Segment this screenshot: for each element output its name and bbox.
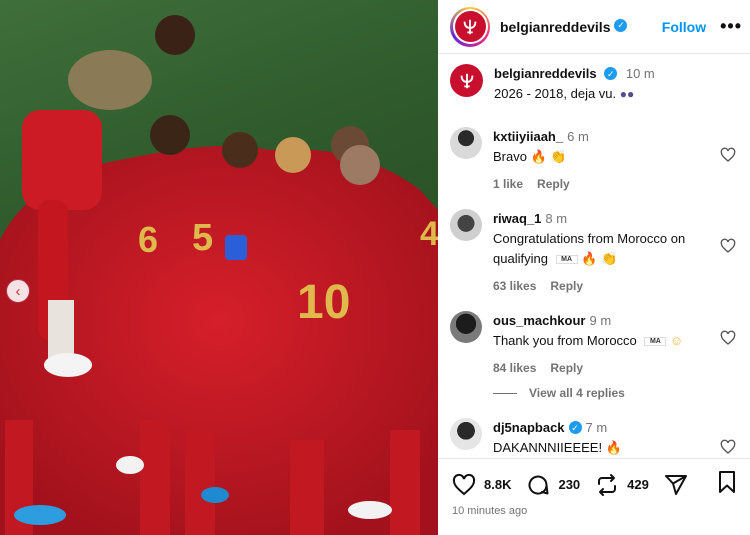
comment-username[interactable]: dj5napback	[493, 420, 565, 435]
post-header: belgianreddevils ✓ Follow •••	[438, 0, 750, 54]
repost-icon	[598, 473, 617, 496]
like-comment-heart-icon[interactable]	[720, 238, 736, 254]
comment-time: 6 m	[567, 129, 589, 144]
comment-likes[interactable]: 84 likes	[493, 361, 536, 375]
commenter-avatar[interactable]	[450, 209, 482, 241]
reply-button[interactable]: Reply	[537, 177, 570, 191]
repost-button[interactable]: 429	[595, 473, 649, 497]
clap-emoji-icon: 👏	[550, 149, 567, 164]
view-replies-button[interactable]: View all 4 replies	[493, 386, 625, 400]
commenter-avatar[interactable]	[450, 311, 482, 343]
like-comment-heart-icon[interactable]	[720, 439, 736, 455]
comment-text: Bravo	[493, 149, 527, 164]
clap-emoji-icon: 👏	[601, 251, 618, 266]
follow-button[interactable]: Follow	[662, 19, 706, 35]
comment-button[interactable]: 230	[526, 473, 580, 497]
svg-text:5: 5	[192, 217, 213, 259]
comment-item: dj5napback ✓ 7 m DAKANNNIIEEEE! 🔥	[450, 418, 750, 458]
caption-username[interactable]: belgianreddevils	[494, 66, 597, 81]
caption-text: 2026 - 2018, deja vu.	[494, 86, 617, 101]
account-username[interactable]: belgianreddevils	[500, 19, 610, 35]
comment-time: 8 m	[545, 211, 568, 226]
caption-time: 10 m	[625, 66, 655, 81]
post-timestamp: 10 minutes ago	[452, 505, 528, 517]
reply-button[interactable]: Reply	[550, 361, 583, 375]
heart-icon	[452, 473, 476, 495]
comment-item: ous_machkour 9 m Thank you from Morocco M…	[450, 311, 750, 378]
post-side-panel: belgianreddevils ✓ Follow ••• belgianred…	[438, 0, 750, 535]
comment-time: 9 m	[589, 313, 612, 328]
svg-text:10: 10	[297, 276, 350, 329]
repost-count: 429	[627, 477, 649, 492]
eyes-emoji-icon: ●●	[619, 87, 635, 101]
account-avatar[interactable]	[450, 6, 490, 47]
red-devils-logo-icon	[454, 11, 486, 42]
comment-time: 7 m	[585, 420, 608, 435]
comment-likes[interactable]: 63 likes	[493, 279, 536, 293]
post-photo: 6 5 10 4 ‹	[0, 0, 438, 535]
like-button[interactable]: 8.8K	[452, 473, 511, 497]
comment-username[interactable]: riwaq_1	[493, 211, 541, 226]
flag-badge: MA	[555, 255, 578, 265]
team-celebration-image: 6 5 10 4	[0, 15, 438, 535]
fire-emoji-icon: 🔥	[581, 251, 598, 266]
view-replies-label: View all 4 replies	[529, 386, 625, 400]
carousel-prev-button[interactable]: ‹	[6, 279, 30, 303]
comment-count: 230	[558, 477, 581, 492]
comment-item: riwaq_1 8 m Congratulations from Morocco …	[450, 209, 750, 296]
verified-badge-icon: ✓	[604, 67, 618, 81]
caption-avatar[interactable]	[450, 64, 483, 97]
like-count: 8.8K	[484, 477, 512, 492]
comment-item: kxtiiyiiaah_ 6 m Bravo 🔥 👏 1 like Reply	[450, 127, 750, 194]
svg-text:4: 4	[420, 215, 438, 253]
like-comment-heart-icon[interactable]	[720, 330, 736, 346]
smile-emoji-icon: ☺	[670, 333, 684, 348]
like-comment-heart-icon[interactable]	[720, 147, 736, 163]
comment-username[interactable]: ous_machkour	[493, 313, 585, 328]
replies-divider	[493, 392, 517, 394]
verified-badge-icon: ✓	[568, 421, 582, 435]
comment-text: DAKANNNIIEEEE!	[493, 440, 603, 455]
verified-badge-icon: ✓	[614, 19, 628, 32]
comment-username[interactable]: kxtiiyiiaah_	[493, 129, 563, 144]
comment-likes[interactable]: 1 like	[493, 177, 523, 191]
bookmark-icon	[719, 471, 735, 493]
comment-icon	[528, 475, 549, 495]
commenter-avatar[interactable]	[450, 127, 482, 159]
fire-emoji-icon: 🔥	[530, 149, 547, 164]
post-caption: belgianreddevils ✓ 10 m 2026 - 2018, dej…	[450, 64, 655, 104]
svg-text:6: 6	[138, 219, 158, 260]
save-button[interactable]	[716, 470, 738, 499]
share-button[interactable]	[664, 473, 688, 497]
reply-button[interactable]: Reply	[550, 279, 583, 293]
send-icon	[664, 474, 687, 495]
commenter-avatar[interactable]	[450, 418, 482, 450]
more-options-icon[interactable]: •••	[720, 16, 742, 37]
fire-emoji-icon: 🔥	[605, 440, 622, 455]
comment-text: Thank you from Morocco	[493, 333, 637, 348]
flag-badge: MA	[644, 337, 667, 347]
post-actions-bar: 8.8K 230 429 10 minutes ago	[438, 458, 750, 535]
